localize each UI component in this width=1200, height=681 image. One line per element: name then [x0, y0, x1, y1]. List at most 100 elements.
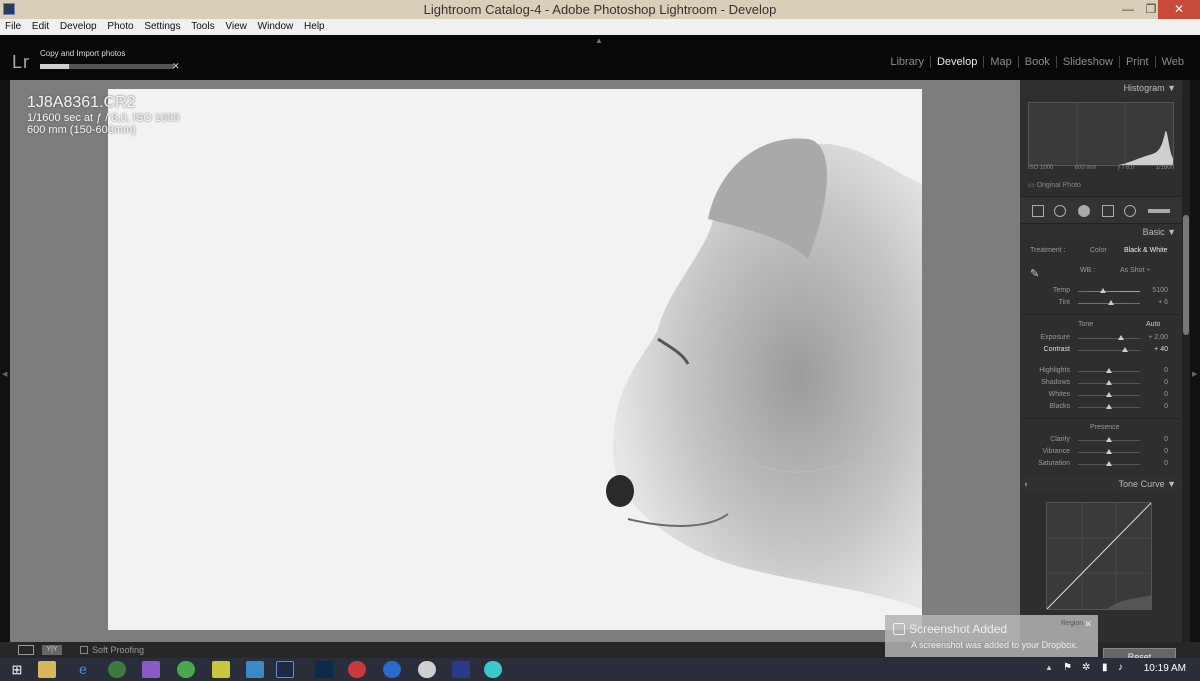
blacks-slider[interactable]	[1078, 404, 1140, 409]
left-panel-collapsed[interactable]: ◀	[0, 80, 10, 642]
highlights-value[interactable]: 0	[1148, 367, 1168, 374]
visual-studio-icon[interactable]	[142, 661, 160, 678]
before-after-icon[interactable]: Y|Y	[42, 645, 62, 655]
contrast-knob[interactable]	[1122, 347, 1128, 352]
highlights-knob[interactable]	[1106, 368, 1112, 373]
app-icon-teal[interactable]	[484, 661, 502, 678]
module-slideshow[interactable]: Slideshow	[1055, 56, 1119, 68]
whites-slider[interactable]	[1078, 392, 1140, 397]
tray-up-arrow-icon[interactable]: ▲	[1045, 663, 1053, 672]
cancel-import-icon[interactable]: ✕	[172, 61, 180, 72]
treatment-color-option[interactable]: Color	[1090, 247, 1107, 254]
clarity-value[interactable]: 0	[1148, 436, 1168, 443]
module-print[interactable]: Print	[1118, 56, 1155, 68]
original-photo-toggle[interactable]: ▭ Original Photo	[1028, 181, 1081, 189]
collapse-right-panel-icon[interactable]: ▶	[1192, 370, 1197, 378]
module-map[interactable]: Map	[983, 56, 1017, 68]
blacks-knob[interactable]	[1106, 404, 1112, 409]
taskbar-clock[interactable]: 10:19 AM	[1144, 663, 1186, 674]
red-eye-icon[interactable]	[1078, 205, 1090, 217]
tint-value[interactable]: + 6	[1148, 299, 1168, 306]
blacks-value[interactable]: 0	[1148, 403, 1168, 410]
action-center-flag-icon[interactable]: ⚑	[1063, 662, 1072, 673]
whites-value[interactable]: 0	[1148, 391, 1168, 398]
module-library[interactable]: Library	[884, 56, 930, 68]
media-app-icon[interactable]	[348, 661, 366, 678]
highlights-slider[interactable]	[1078, 368, 1140, 373]
expand-left-panel-icon[interactable]: ◀	[2, 370, 7, 378]
crop-tool-icon[interactable]	[1032, 205, 1044, 217]
tone-curve-header[interactable]: ◐ Tone Curve ▼	[1020, 477, 1182, 491]
menu-window[interactable]: Window	[258, 21, 294, 32]
clarity-slider[interactable]	[1078, 437, 1140, 442]
menu-develop[interactable]: Develop	[60, 21, 97, 32]
vibrance-knob[interactable]	[1106, 449, 1112, 454]
saturation-slider[interactable]	[1078, 461, 1140, 466]
histogram-header[interactable]: Histogram ▼	[1020, 81, 1182, 95]
contrast-value[interactable]: + 40	[1148, 346, 1168, 353]
menu-photo[interactable]: Photo	[107, 21, 133, 32]
scrollbar-thumb[interactable]	[1183, 215, 1189, 335]
module-develop[interactable]: Develop	[929, 56, 983, 68]
soft-proofing-checkbox[interactable]	[80, 646, 88, 654]
histogram-graph[interactable]	[1028, 102, 1174, 166]
lightroom-taskbar-icon[interactable]	[276, 661, 294, 678]
vibrance-value[interactable]: 0	[1148, 448, 1168, 455]
notification-close-icon[interactable]: ✕	[1084, 619, 1092, 630]
wb-select[interactable]: As Shot ÷	[1120, 267, 1150, 274]
loupe-view-icon[interactable]	[18, 645, 34, 655]
shadows-slider[interactable]	[1078, 380, 1140, 385]
spot-removal-icon[interactable]	[1054, 205, 1066, 217]
contrast-slider[interactable]	[1078, 347, 1140, 352]
right-panel-edge[interactable]: ▶	[1190, 80, 1200, 642]
tint-slider[interactable]	[1078, 300, 1140, 305]
menu-help[interactable]: Help	[304, 21, 325, 32]
notes-icon[interactable]	[212, 661, 230, 678]
whites-knob[interactable]	[1106, 392, 1112, 397]
module-book[interactable]: Book	[1017, 56, 1056, 68]
temp-knob[interactable]	[1100, 288, 1106, 293]
right-panel-scrollbar[interactable]	[1182, 80, 1190, 642]
saturation-knob[interactable]	[1106, 461, 1112, 466]
temp-slider[interactable]	[1078, 288, 1140, 293]
tone-curve-graph[interactable]	[1046, 502, 1152, 610]
shadows-knob[interactable]	[1106, 380, 1112, 385]
browser-icon[interactable]	[177, 661, 195, 678]
menu-view[interactable]: View	[225, 21, 247, 32]
internet-explorer-icon[interactable]: e	[74, 661, 92, 678]
module-web[interactable]: Web	[1154, 56, 1190, 68]
menu-settings[interactable]: Settings	[144, 21, 180, 32]
exposure-value[interactable]: + 2,00	[1148, 334, 1168, 341]
shadows-value[interactable]: 0	[1148, 379, 1168, 386]
eyedropper-icon[interactable]: ✎	[1030, 267, 1039, 280]
menu-tools[interactable]: Tools	[191, 21, 214, 32]
graduated-filter-icon[interactable]	[1102, 205, 1114, 217]
dropbox-notification[interactable]: Screenshot Added Region ✕ A screenshot w…	[885, 615, 1098, 657]
lion-photo[interactable]	[108, 89, 922, 630]
menu-file[interactable]: File	[5, 21, 21, 32]
network-icon[interactable]: ▮	[1102, 662, 1108, 673]
app-icon-navy[interactable]	[452, 661, 470, 678]
menu-edit[interactable]: Edit	[32, 21, 49, 32]
treatment-bw-option[interactable]: Black & White	[1124, 247, 1168, 254]
volume-icon[interactable]: ♪	[1118, 662, 1123, 673]
app-icon-blue[interactable]	[383, 661, 401, 678]
close-button[interactable]: ✕	[1158, 0, 1200, 19]
exposure-slider[interactable]	[1078, 335, 1140, 340]
curve-target-icon[interactable]: ◐	[1024, 477, 1029, 491]
collapse-top-panel-icon[interactable]: ▲	[595, 36, 603, 45]
dropbox-tray-icon[interactable]: ✲	[1082, 662, 1090, 673]
radial-filter-icon[interactable]	[1124, 205, 1136, 217]
clarity-knob[interactable]	[1106, 437, 1112, 442]
lightroom-app-icon[interactable]	[3, 3, 15, 15]
exposure-knob[interactable]	[1118, 335, 1124, 340]
app-icon-grey[interactable]	[418, 661, 436, 678]
network-app-icon[interactable]	[246, 661, 264, 678]
tint-knob[interactable]	[1108, 300, 1114, 305]
file-explorer-icon[interactable]	[38, 661, 56, 678]
basic-header[interactable]: Basic ▼	[1020, 225, 1182, 239]
adjustment-brush-icon[interactable]	[1148, 209, 1170, 213]
saturation-value[interactable]: 0	[1148, 460, 1168, 467]
photoshop-icon[interactable]	[315, 661, 333, 678]
chrome-icon[interactable]	[108, 661, 126, 678]
